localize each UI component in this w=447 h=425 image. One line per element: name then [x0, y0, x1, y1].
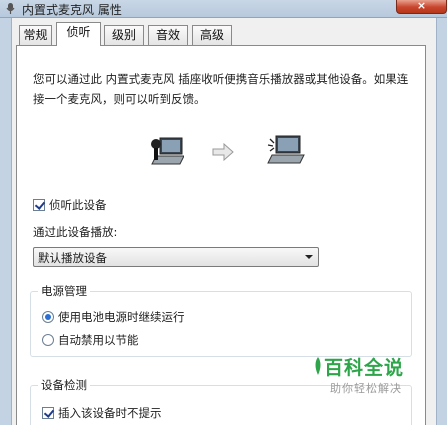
auto-disable-label: 自动禁用以节能 [58, 333, 139, 347]
playback-through-label: 通过此设备播放: [33, 225, 118, 239]
watermark-logo: 百科全说 助你轻松解决 [312, 353, 422, 401]
listen-description: 您可以通过此 内置式麦克风 插座收听便携音乐播放器或其他设备。如果连接一个麦克风… [33, 72, 409, 106]
continue-on-battery-radio[interactable] [42, 311, 54, 323]
playback-device-select[interactable]: 默认播放设备 [33, 247, 319, 267]
window-frame-right [436, 18, 447, 425]
no-prompt-on-plug-label: 插入该设备时不提示 [58, 406, 162, 420]
leaf-icon [315, 357, 321, 375]
power-management-title: 电源管理 [38, 283, 90, 299]
watermark-title: 百科全说 [324, 357, 405, 379]
window-frame-left [0, 18, 12, 425]
tab-advanced[interactable]: 高级 [192, 25, 232, 45]
microphone-icon [6, 3, 15, 14]
playback-device-value: 默认播放设备 [38, 251, 107, 265]
listen-to-device-label: 侦听此设备 [49, 198, 107, 212]
watermark-subtitle: 助你轻松解决 [330, 382, 402, 395]
microphone-device-icon [151, 137, 184, 165]
title-bar: 内置式麦克风 属性 × [0, 0, 447, 18]
tab-enhancements[interactable]: 音效 [148, 25, 188, 45]
continue-on-battery-label: 使用电池电源时继续运行 [58, 310, 185, 324]
listen-to-device-checkbox[interactable] [33, 199, 45, 211]
tab-general[interactable]: 常规 [19, 25, 52, 45]
computer-speaker-icon [267, 135, 305, 164]
device-detection-title: 设备检测 [38, 377, 90, 393]
chevron-down-icon [305, 255, 313, 259]
auto-disable-radio[interactable] [42, 334, 54, 346]
window-title: 内置式麦克风 属性 [22, 3, 122, 17]
arrow-right-icon [212, 143, 234, 161]
close-button[interactable]: × [396, 0, 447, 14]
tab-listen[interactable]: 侦听 [56, 22, 101, 46]
no-prompt-on-plug-checkbox[interactable] [42, 407, 54, 419]
tab-levels[interactable]: 级别 [104, 25, 144, 45]
